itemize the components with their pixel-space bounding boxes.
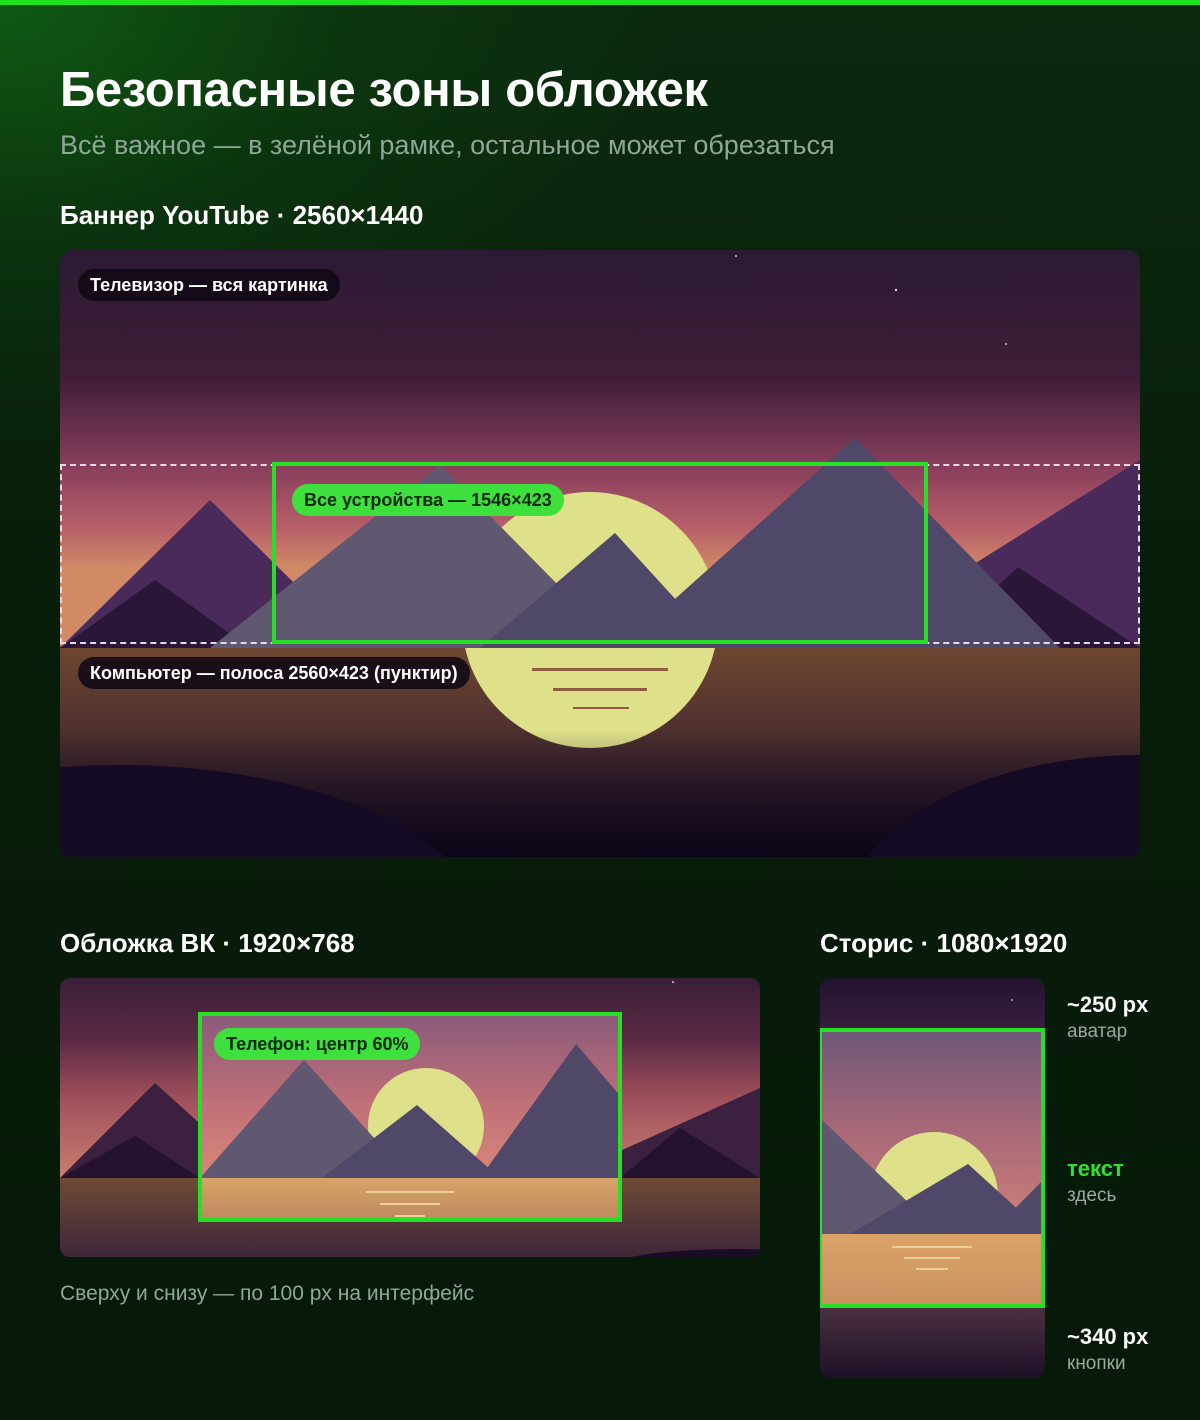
stories-heading: Сторис · 1080×1920: [820, 928, 1068, 958]
stories-mid-annotation: текст здесь: [1067, 1156, 1124, 1207]
page-title: Безопасные зоны обложек: [60, 63, 708, 117]
desktop-label: Компьютер — полоса 2560×423 (пунктир): [78, 657, 470, 689]
top-accent-bar: [0, 0, 1200, 5]
phone-zone-label: Телефон: центр 60%: [214, 1028, 421, 1060]
stories-top-value: ~250 px: [1067, 992, 1149, 1017]
stories-bottom-value: ~340 px: [1067, 1324, 1149, 1349]
vk-heading: Обложка ВК · 1920×768: [60, 928, 355, 958]
stories-bottom-label: кнопки: [1067, 1353, 1126, 1374]
vk-cover-preview: Телефон: центр 60%: [60, 978, 760, 1257]
stories-mid-label: здесь: [1067, 1185, 1117, 1206]
all-devices-label: Все устройства — 1546×423: [292, 484, 564, 516]
youtube-banner-preview: Телевизор — вся картинка Все устройства …: [60, 250, 1140, 857]
tv-label: Телевизор — вся картинка: [78, 269, 340, 301]
stories-top-annotation: ~250 px аватар: [1067, 992, 1148, 1043]
page-subtitle: Всё важное — в зелёной рамке, остальное …: [60, 130, 835, 160]
stories-preview: [820, 978, 1045, 1378]
stories-bottom-annotation: ~340 px кнопки: [1067, 1324, 1148, 1375]
stories-mid-value: текст: [1067, 1156, 1124, 1181]
stories-safe-zone: [820, 1028, 1045, 1308]
vk-note: Сверху и снизу — по 100 px на интерфейс: [60, 1282, 475, 1305]
youtube-heading: Баннер YouTube · 2560×1440: [60, 200, 424, 230]
stories-top-label: аватар: [1067, 1021, 1128, 1042]
